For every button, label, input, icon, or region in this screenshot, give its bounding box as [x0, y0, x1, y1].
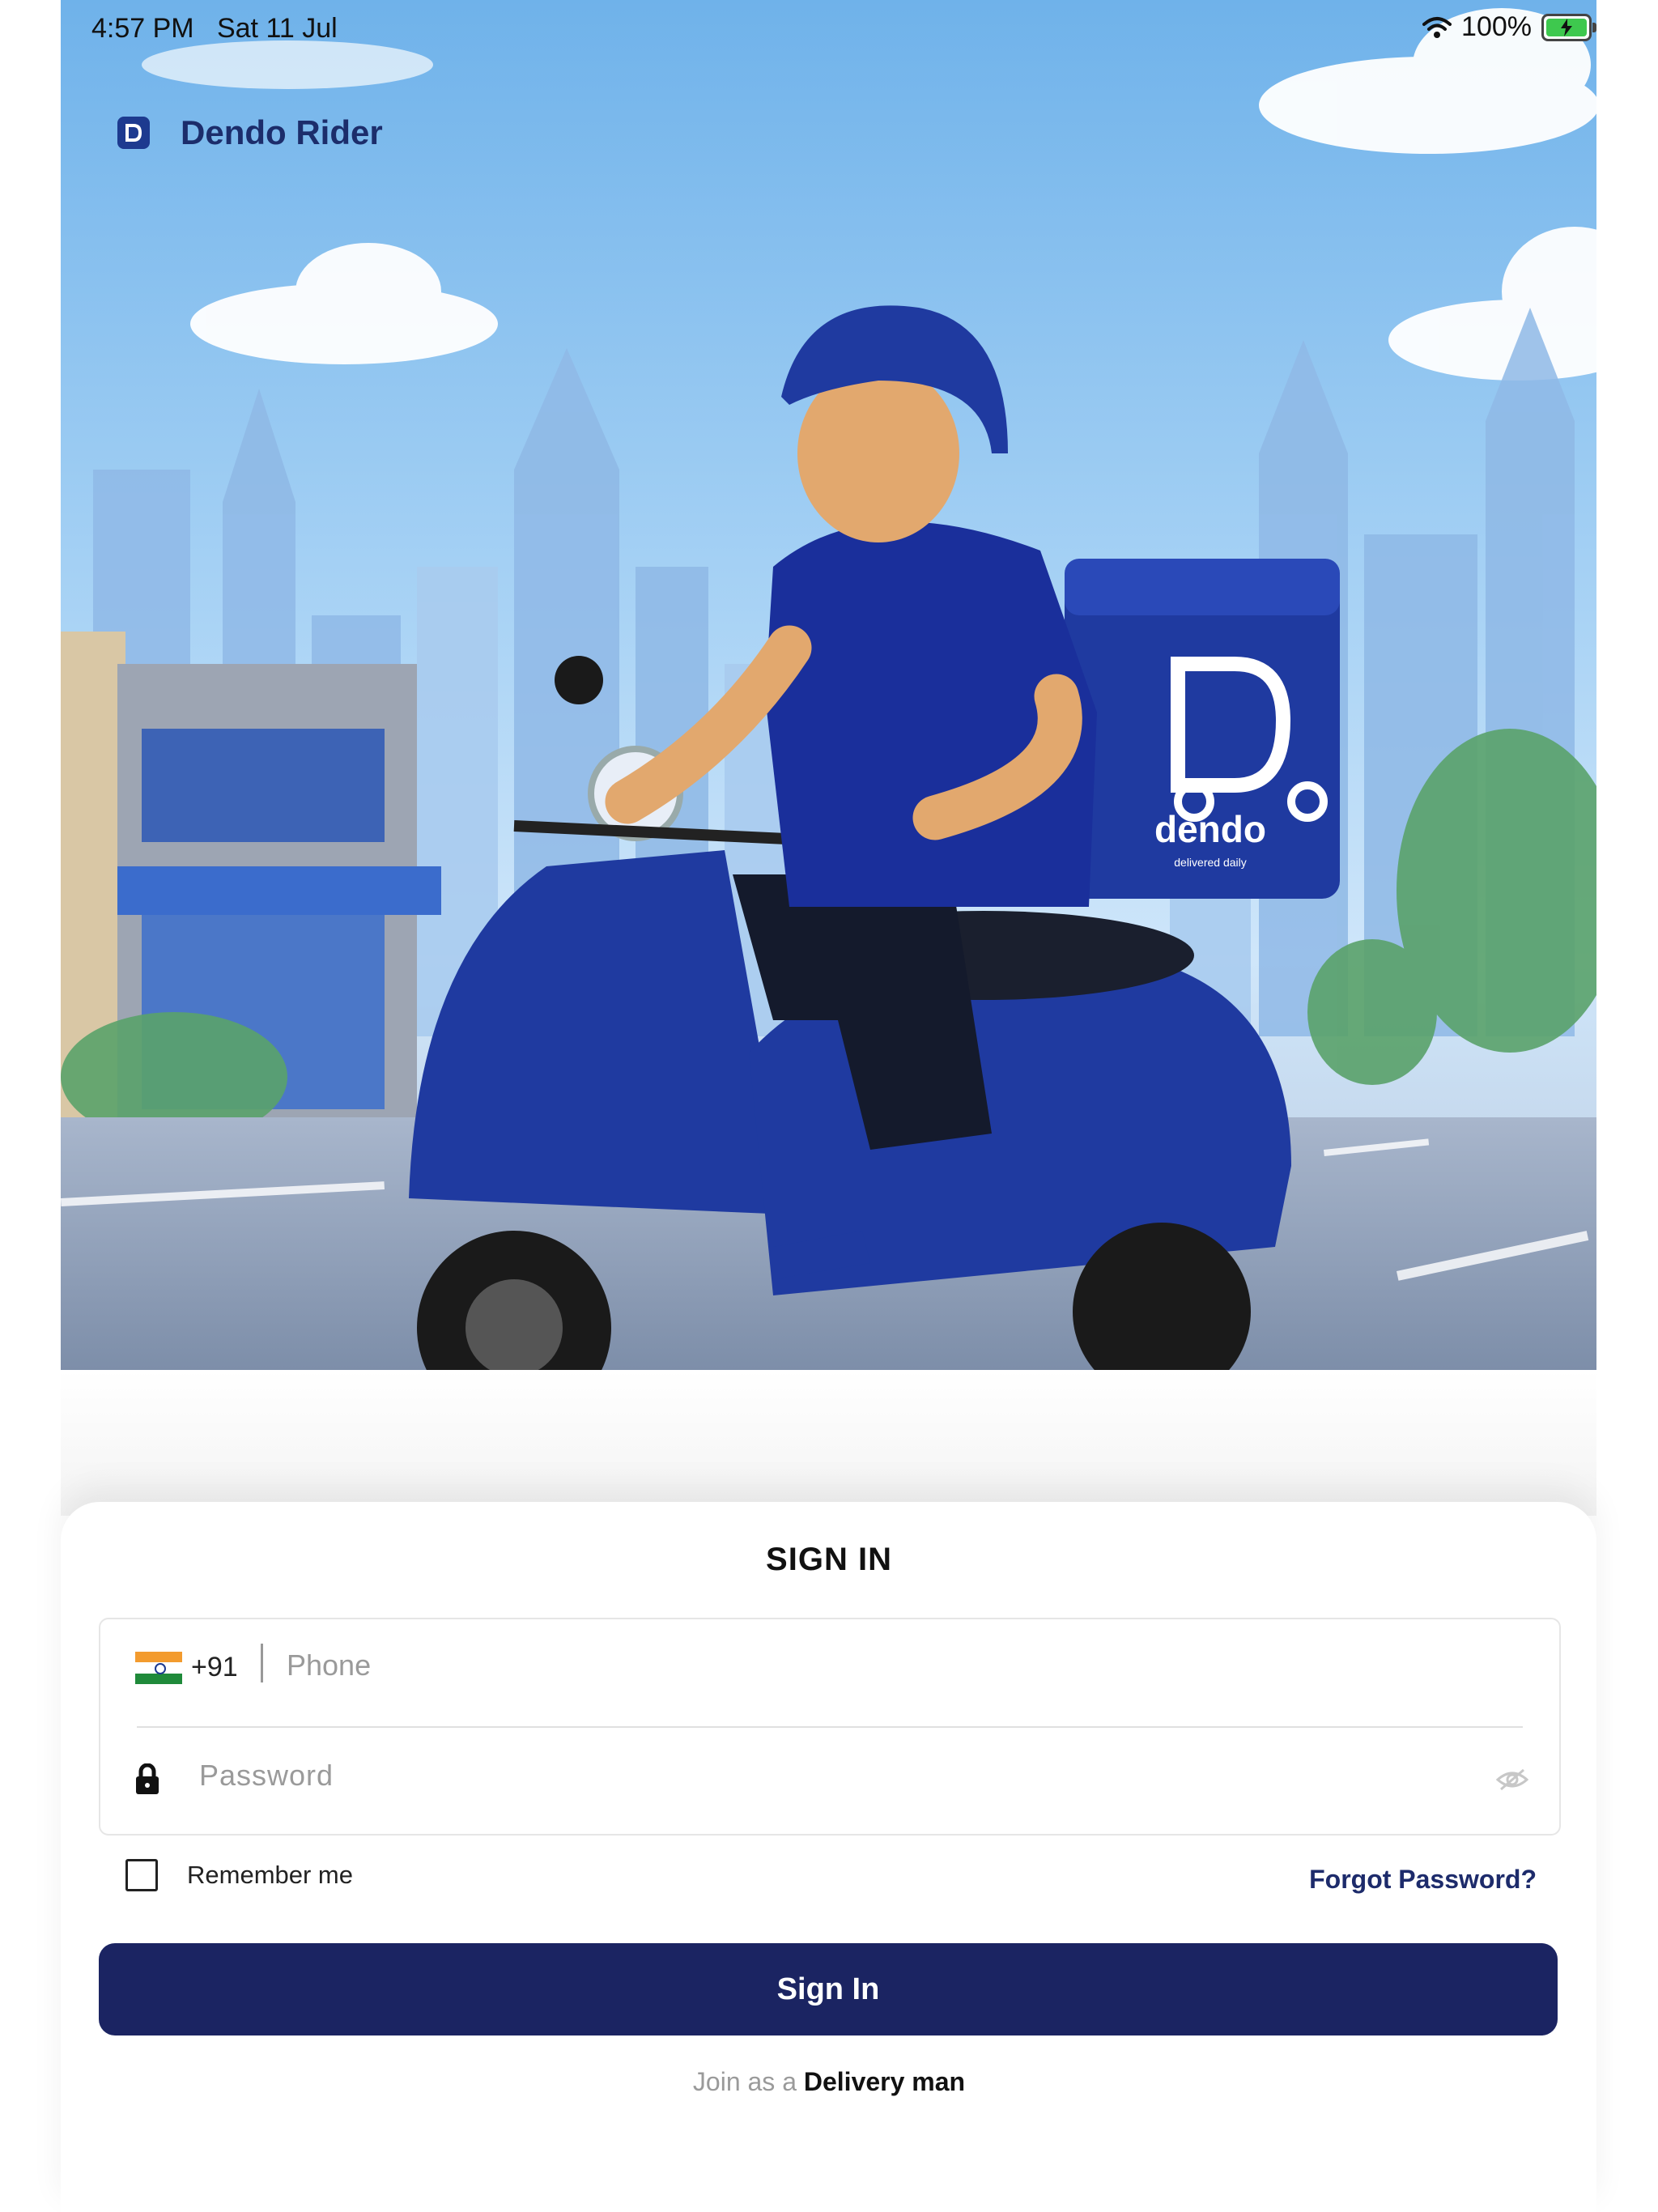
wifi-icon: [1422, 16, 1452, 38]
forgot-password-link[interactable]: Forgot Password?: [1309, 1865, 1537, 1895]
battery-charging-icon: [1541, 13, 1596, 41]
signin-card: [61, 1502, 1596, 2212]
app-brand: Dendo Rider: [117, 113, 383, 152]
phone-field[interactable]: +91: [100, 1619, 1559, 1726]
india-flag-icon[interactable]: [135, 1652, 182, 1684]
field-separator: [261, 1644, 263, 1682]
remember-label[interactable]: Remember me: [187, 1861, 353, 1890]
signin-button[interactable]: Sign In: [99, 1943, 1558, 2035]
remember-me[interactable]: Remember me: [125, 1859, 353, 1891]
remember-checkbox[interactable]: [125, 1859, 158, 1891]
app-name: Dendo Rider: [181, 113, 383, 151]
box-tagline-text: delivered daily: [1174, 856, 1247, 869]
lock-icon: [136, 1763, 159, 1794]
country-code[interactable]: +91: [191, 1652, 238, 1683]
delivery-rider-illustration: dendo delivered daily: [61, 8, 1596, 1370]
password-field[interactable]: [100, 1728, 1559, 1833]
join-text: Join as a Delivery man: [0, 2067, 1658, 2097]
join-prefix: Join as a: [692, 2067, 797, 2096]
delivery-box: dendo delivered daily: [1065, 559, 1340, 899]
eye-off-icon[interactable]: [1496, 1767, 1528, 1793]
battery-percent: 100%: [1461, 11, 1532, 42]
card-fade: [61, 1370, 1596, 1516]
password-input[interactable]: [198, 1750, 1464, 1801]
status-date-text: Sat 11 Jul: [216, 13, 338, 44]
status-bar: 4:57 PM Sat 11 Jul 100%: [0, 0, 1658, 58]
hero-illustration: dendo delivered daily: [61, 0, 1596, 1370]
status-time-text: 4:57 PM: [91, 13, 194, 44]
status-time: 4:57 PM Sat 11 Jul: [91, 13, 338, 45]
signin-title: SIGN IN: [766, 1542, 892, 1577]
phone-input[interactable]: [285, 1640, 1503, 1691]
status-indicators: 100%: [1422, 11, 1596, 43]
login-fields: +91: [99, 1618, 1561, 1836]
dendo-logo-icon: [117, 117, 150, 149]
box-brand-text: dendo: [1154, 808, 1266, 850]
delivery-man-link[interactable]: Delivery man: [804, 2067, 965, 2096]
